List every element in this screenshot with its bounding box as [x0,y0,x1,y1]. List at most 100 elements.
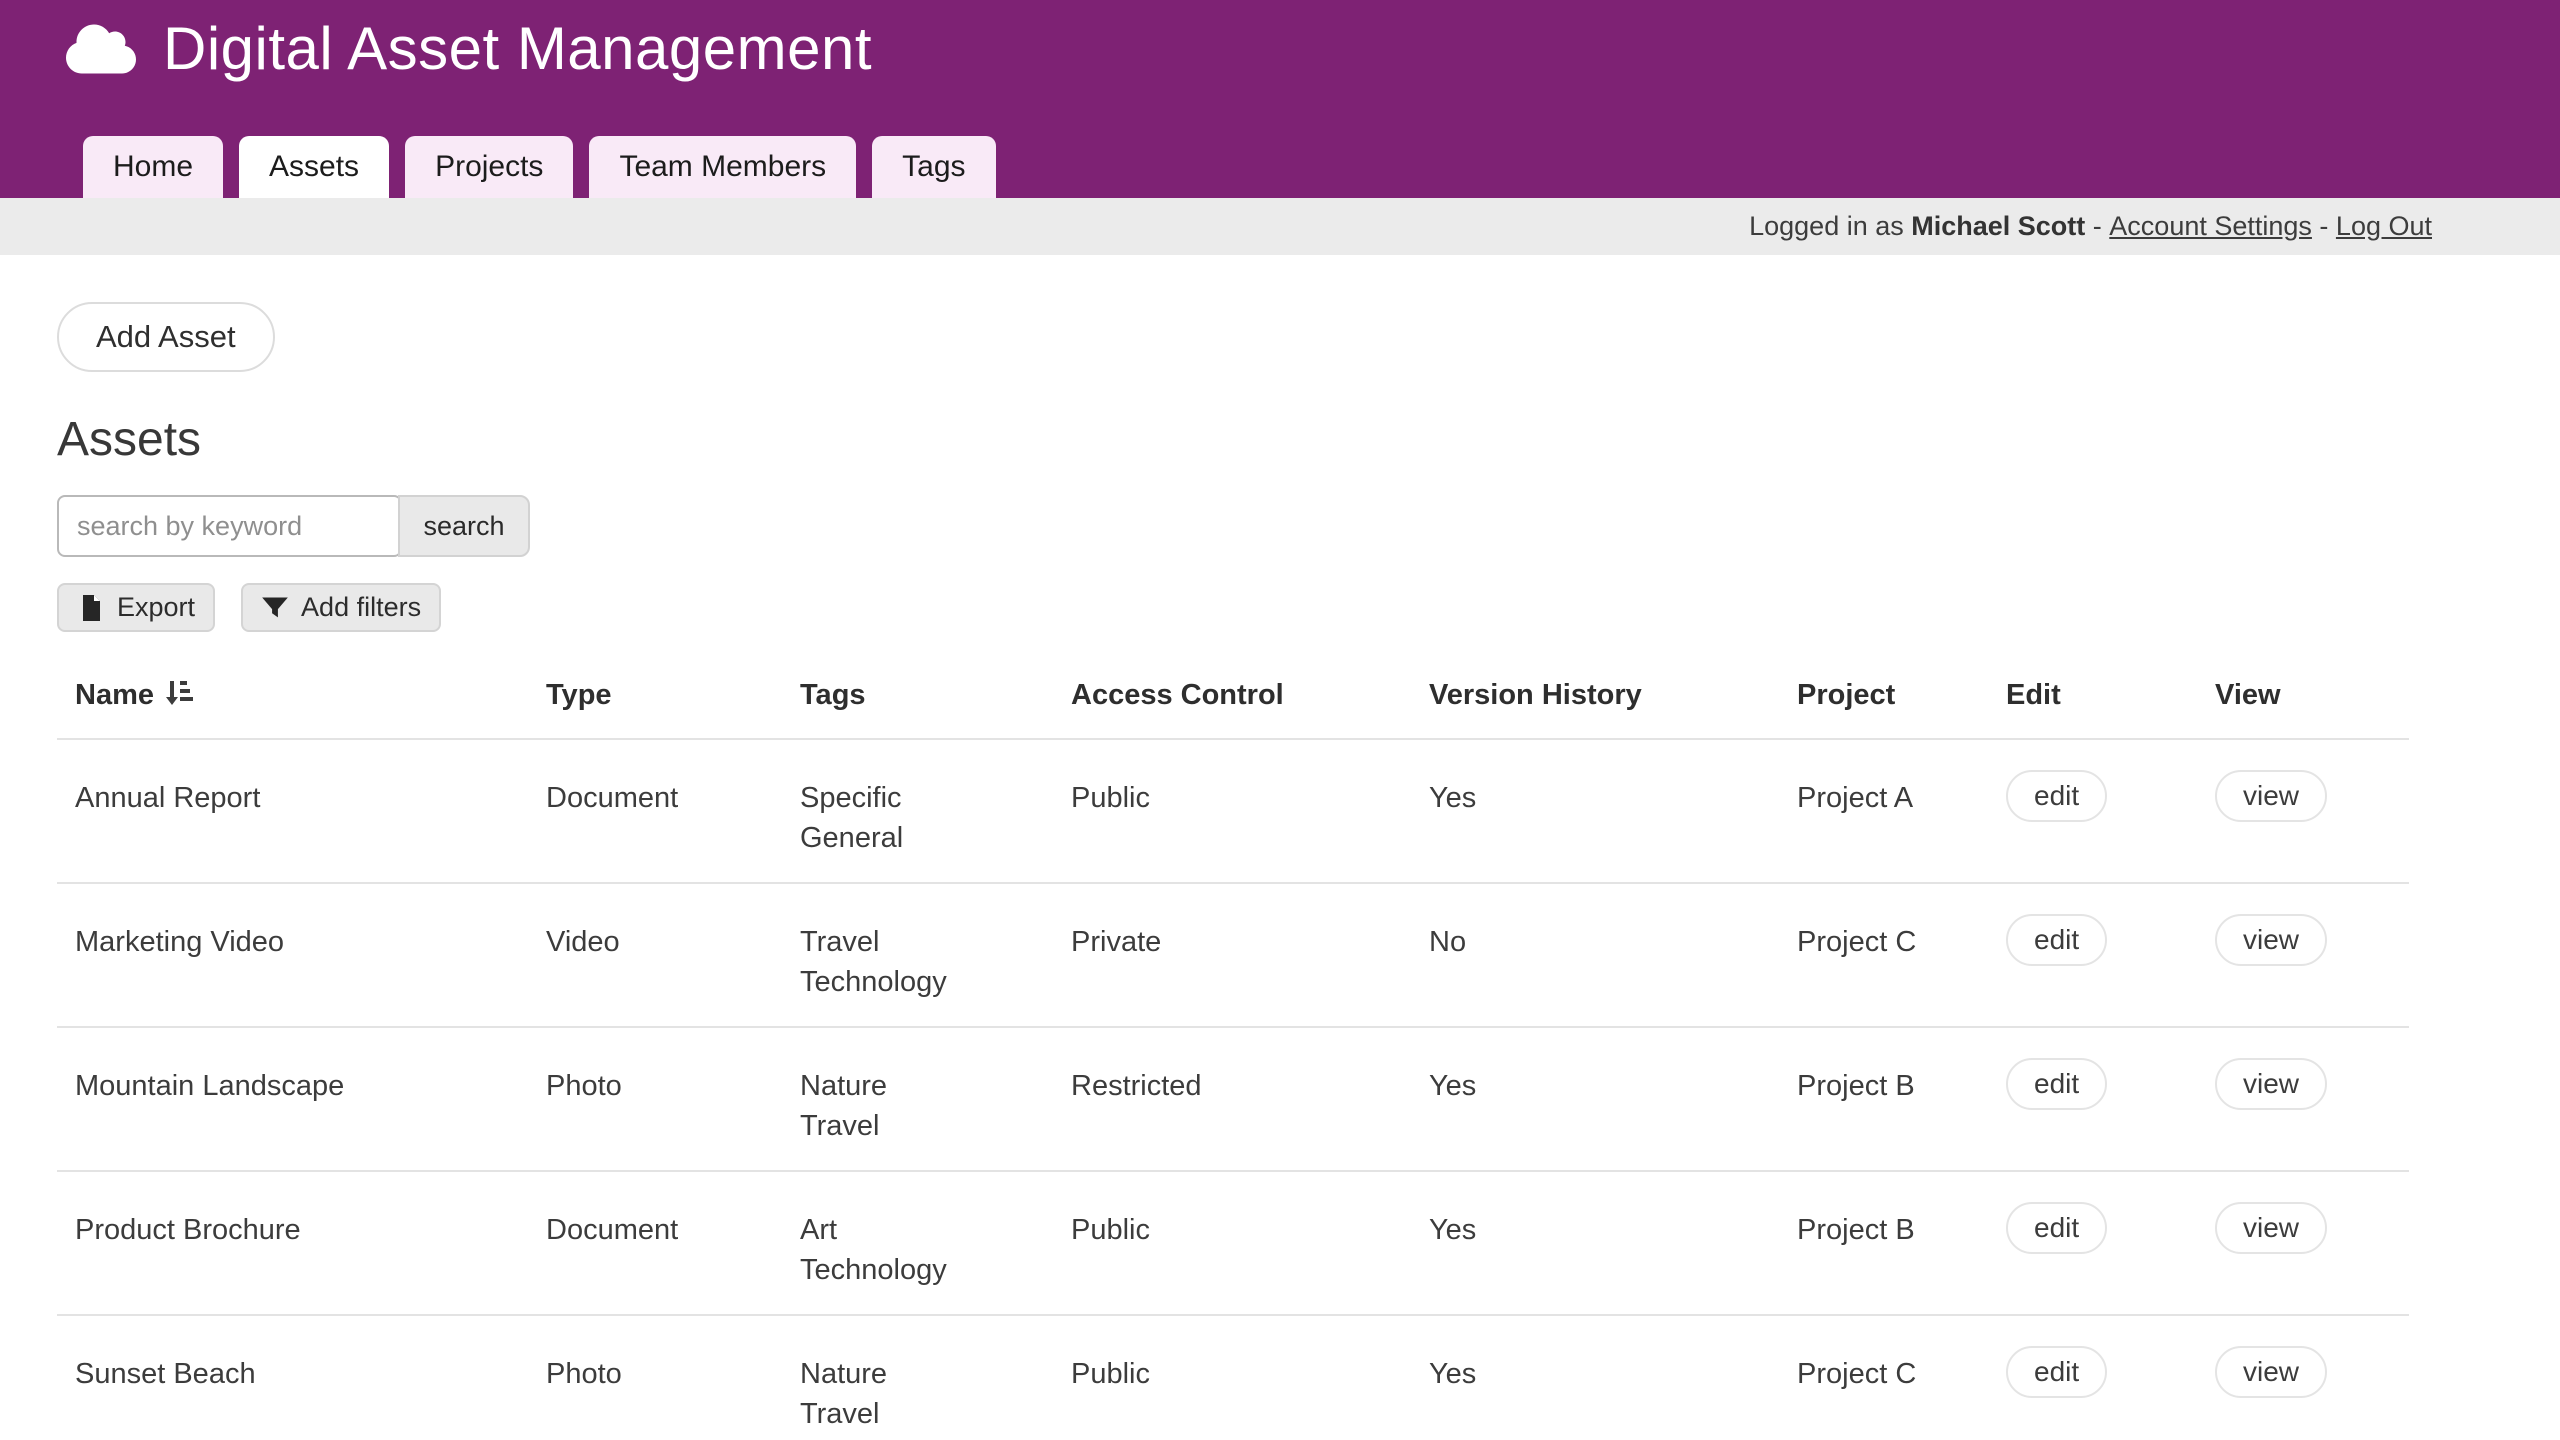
edit-button[interactable]: edit [2006,1058,2107,1110]
table-row: Annual ReportDocumentSpecificGeneralPubl… [57,739,2409,883]
cell-type: Document [528,739,782,883]
log-out-link[interactable]: Log Out [2336,211,2432,242]
cell-name: Sunset Beach [57,1315,528,1440]
tag: Art [800,1210,1053,1250]
edit-button[interactable]: edit [2006,1202,2107,1254]
table-row: Sunset BeachPhotoNatureTravelPublicYesPr… [57,1315,2409,1440]
cell-type: Photo [528,1027,782,1171]
cell-access_control: Public [1053,1315,1411,1440]
export-label: Export [117,592,195,623]
cell-view: view [2197,1027,2409,1171]
search-input[interactable] [57,495,402,557]
assets-table: Name Type Tags Access Control Version Histor… [57,678,2409,1440]
column-label: Access Control [1071,679,1284,711]
cell-project: Project C [1779,883,1988,1027]
cell-version_history: Yes [1411,1315,1779,1440]
table-row: Marketing VideoVideoTravelTechnologyPriv… [57,883,2409,1027]
view-button[interactable]: view [2215,1058,2327,1110]
export-button[interactable]: Export [57,583,215,632]
column-header-version_history: Version History [1411,678,1779,739]
cell-project: Project A [1779,739,1988,883]
cell-access_control: Public [1053,739,1411,883]
separator: - [2312,211,2336,242]
cloud-icon [65,21,137,77]
cell-version_history: Yes [1411,739,1779,883]
tag: Travel [800,1394,1053,1434]
sort-descending-icon [164,678,194,708]
view-button[interactable]: view [2215,914,2327,966]
column-header-access_control: Access Control [1053,678,1411,739]
app-header: Digital Asset Management Home Assets Proje… [0,0,2560,198]
tab-assets[interactable]: Assets [239,136,389,198]
column-label: Edit [2006,679,2061,711]
tag: Nature [800,1066,1053,1106]
nav-tabs: Home Assets Projects Team Members Tags [83,136,996,198]
tab-tags[interactable]: Tags [872,136,995,198]
column-label: Project [1797,679,1895,711]
cell-version_history: Yes [1411,1027,1779,1171]
column-header-edit: Edit [1988,678,2197,739]
column-label: Name [75,679,154,711]
cell-name: Product Brochure [57,1171,528,1315]
tab-home[interactable]: Home [83,136,223,198]
cell-name: Annual Report [57,739,528,883]
filter-icon [261,594,289,622]
tab-team-members[interactable]: Team Members [589,136,856,198]
column-header-project: Project [1779,678,1988,739]
column-header-view: View [2197,678,2409,739]
add-filters-button[interactable]: Add filters [241,583,441,632]
view-button[interactable]: view [2215,1346,2327,1398]
cell-version_history: No [1411,883,1779,1027]
cell-view: view [2197,1315,2409,1440]
separator: - [2085,211,2109,242]
cell-type: Photo [528,1315,782,1440]
view-button[interactable]: view [2215,1202,2327,1254]
cell-project: Project B [1779,1171,1988,1315]
cell-edit: edit [1988,1315,2197,1440]
cell-type: Video [528,883,782,1027]
table-row: Mountain LandscapePhoto NatureTravelRestr… [57,1027,2409,1171]
cell-access_control: Public [1053,1171,1411,1315]
cell-tags: ArtTechnology [782,1171,1053,1315]
logged-in-prefix: Logged in as [1749,211,1911,242]
cell-edit: edit [1988,1171,2197,1315]
cell-view: view [2197,739,2409,883]
app-title: Digital Asset Management [163,14,872,83]
edit-button[interactable]: edit [2006,770,2107,822]
cell-edit: edit [1988,739,2197,883]
column-header-type: Type [528,678,782,739]
add-asset-button[interactable]: Add Asset [57,302,275,372]
tag: Travel [800,1106,1053,1146]
cell-name: Mountain Landscape [57,1027,528,1171]
tag: Technology [800,962,1053,1002]
column-label: Tags [800,679,866,711]
table-body: Annual ReportDocumentSpecificGeneralPubl… [57,739,2409,1440]
main-content: Add Asset Assets search Export Add filte… [0,255,2560,1440]
edit-button[interactable]: edit [2006,1346,2107,1398]
tag: Travel [800,922,1053,962]
column-label: Type [546,679,612,711]
tag: Nature [800,1354,1053,1394]
column-header-name[interactable]: Name [57,678,528,739]
edit-button[interactable]: edit [2006,914,2107,966]
cell-tags: SpecificGeneral [782,739,1053,883]
tag: Specific [800,778,1053,818]
search-button[interactable]: search [398,495,530,557]
cell-access_control: Restricted [1053,1027,1411,1171]
page-title: Assets [57,412,2503,467]
cell-view: view [2197,1171,2409,1315]
table-header-row: Name Type Tags Access Control Version Histor… [57,678,2409,739]
tag: Technology [800,1250,1053,1290]
brand: Digital Asset Management [0,0,2560,83]
cell-view: view [2197,883,2409,1027]
cell-access_control: Private [1053,883,1411,1027]
column-label: Version History [1429,679,1642,711]
column-label: View [2215,679,2281,711]
tab-projects[interactable]: Projects [405,136,573,198]
username: Michael Scott [1911,211,2085,242]
view-button[interactable]: view [2215,770,2327,822]
cell-tags: TravelTechnology [782,883,1053,1027]
cell-project: Project C [1779,1315,1988,1440]
cell-tags: NatureTravel [782,1315,1053,1440]
account-settings-link[interactable]: Account Settings [2109,211,2312,242]
